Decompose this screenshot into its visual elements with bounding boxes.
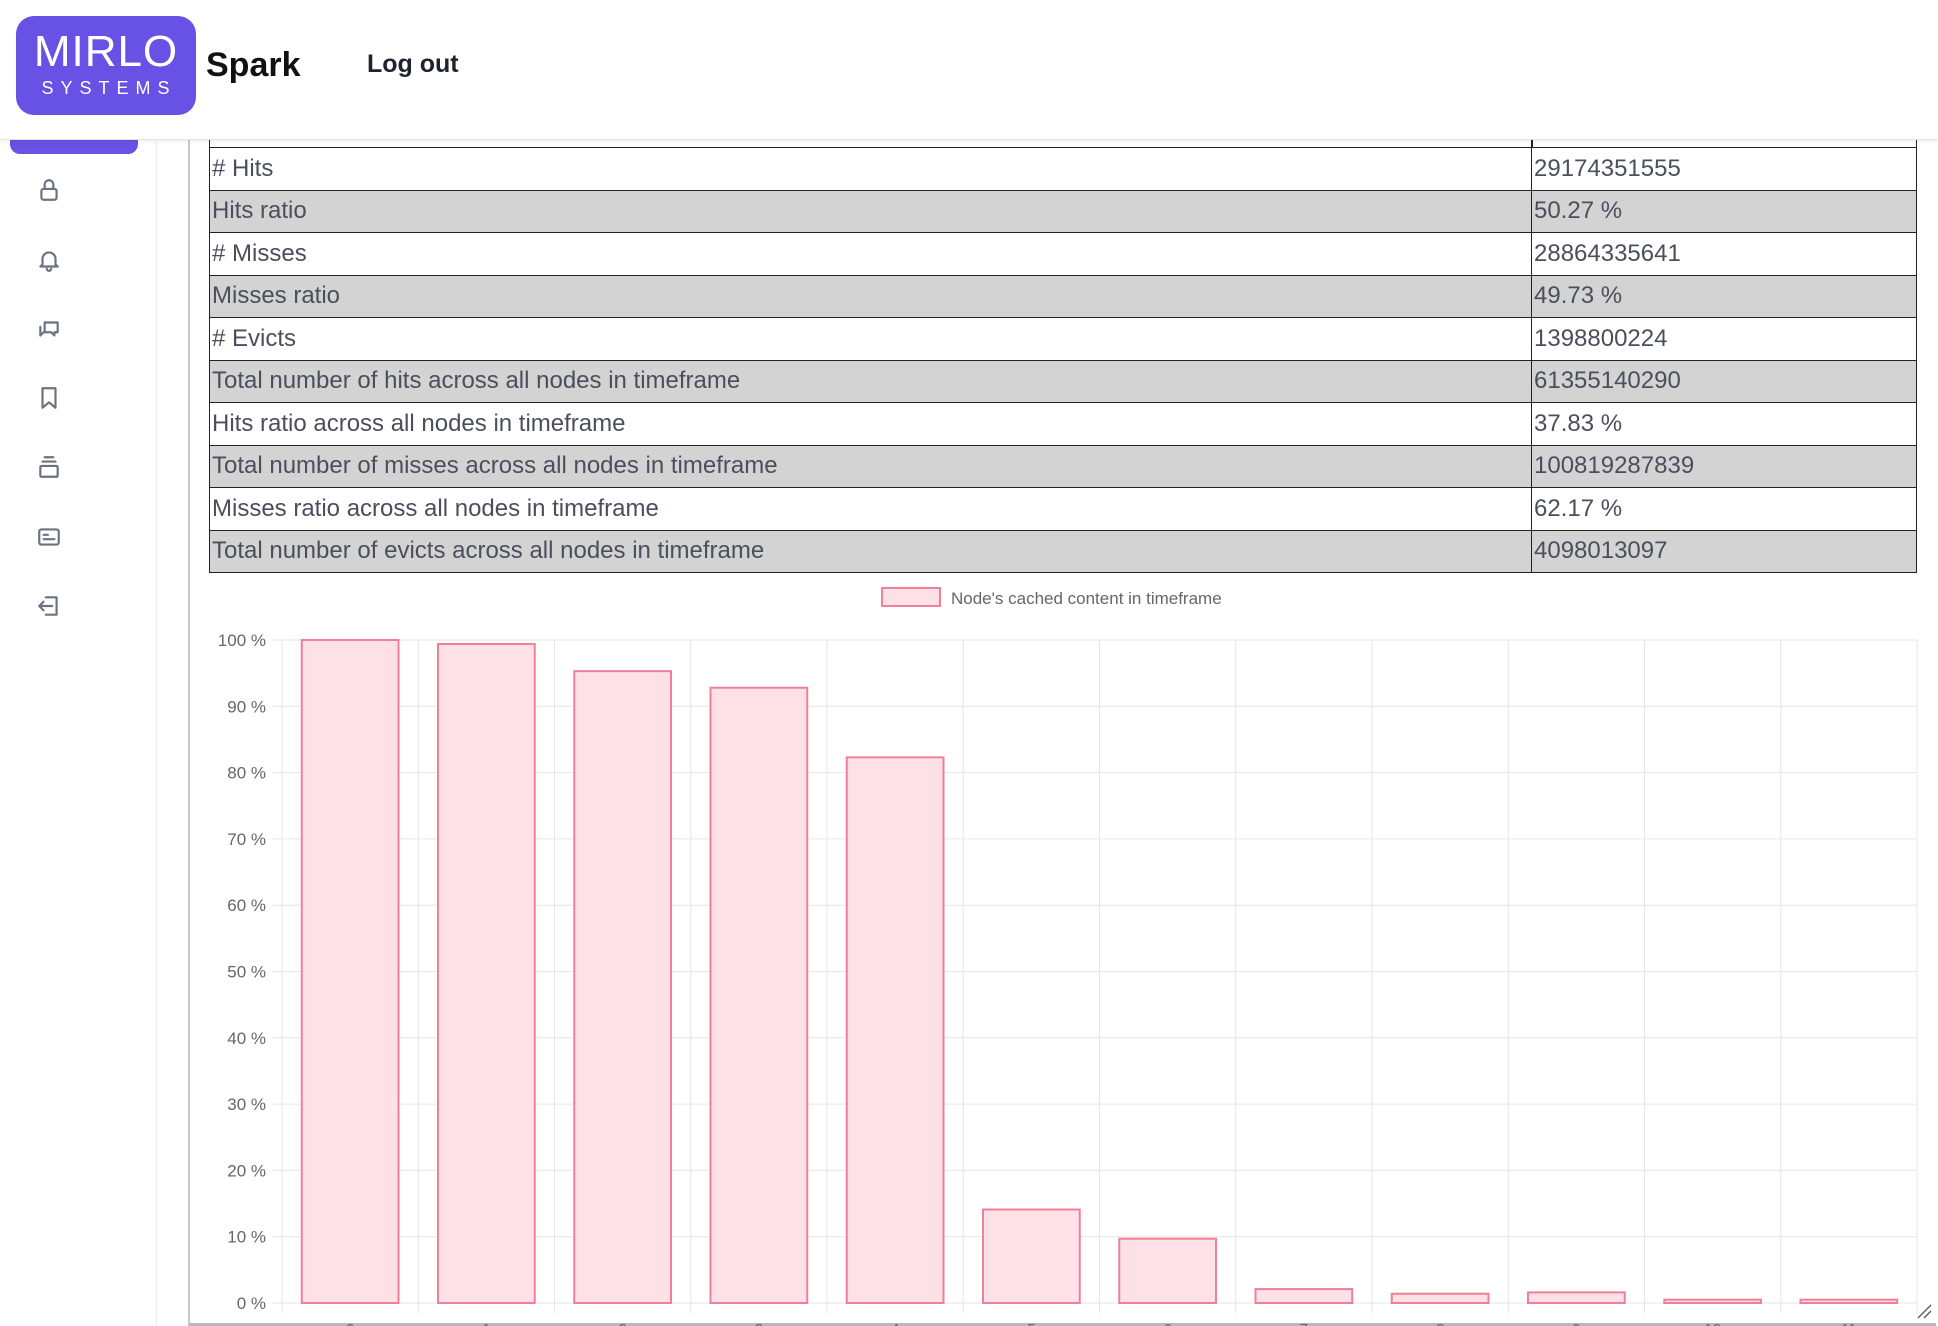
- y-tick-label: 100 %: [218, 631, 266, 650]
- table-row: Hits ratio 50.27 %: [209, 189, 1917, 233]
- x-tick-label: 4: [891, 1321, 899, 1326]
- bar: [437, 642, 536, 1304]
- y-tick-label: 30 %: [227, 1095, 266, 1114]
- bar: [1254, 1288, 1354, 1305]
- logout-icon[interactable]: [36, 593, 62, 619]
- stat-label: # Misses: [209, 232, 1532, 276]
- stat-label: Total number of hits across all nodes in…: [209, 359, 1532, 403]
- bookmark-icon[interactable]: [36, 385, 62, 411]
- x-tick-label: 0: [346, 1321, 354, 1326]
- mirlo-logo[interactable]: MIRLO SYSTEMS: [16, 16, 196, 115]
- stat-value: 61355140290: [1531, 359, 1917, 403]
- bar: [1663, 1298, 1762, 1304]
- x-tick-label: 7: [1300, 1321, 1308, 1326]
- stat-value: 37.83 %: [1531, 402, 1917, 446]
- y-tick-label: 0 %: [237, 1294, 266, 1313]
- app-title: Spark: [206, 46, 301, 84]
- table-row: Total number of misses across all nodes …: [209, 444, 1917, 488]
- stat-value: 29174351555: [1531, 147, 1917, 191]
- content-panel: # Hits 29174351555 Hits ratio 50.27 % # Miss…: [188, 140, 1936, 1326]
- stat-value: 4098013097: [1531, 529, 1917, 573]
- y-tick-label: 60 %: [227, 896, 266, 915]
- bar: [300, 639, 400, 1304]
- y-tick-label: 70 %: [227, 830, 266, 849]
- x-tick-label: 3: [755, 1321, 763, 1326]
- stats-table: # Hits 29174351555 Hits ratio 50.27 % # Miss…: [209, 147, 1917, 573]
- x-tick-label: 5: [1027, 1321, 1035, 1326]
- sidebar: [0, 140, 157, 1326]
- y-tick-label: 80 %: [227, 764, 266, 783]
- bar: [1799, 1298, 1899, 1304]
- top-header: MIRLO SYSTEMS Spark Log out: [0, 0, 1938, 140]
- bar: [1118, 1237, 1217, 1305]
- legend-swatch: [881, 587, 941, 607]
- bar: [1390, 1292, 1490, 1305]
- y-tick-label: 10 %: [227, 1228, 266, 1247]
- table-row: Misses ratio 49.73 %: [209, 274, 1917, 318]
- y-tick-label: 90 %: [227, 697, 266, 716]
- bar: [982, 1208, 1081, 1305]
- table-row: # Evicts 1398800224: [209, 317, 1917, 361]
- x-tick-label: 1: [482, 1321, 490, 1326]
- resize-grip-icon[interactable]: [1916, 1303, 1932, 1319]
- table-row: Misses ratio across all nodes in timefra…: [209, 487, 1917, 531]
- bell-icon[interactable]: [36, 247, 62, 273]
- y-tick-label: 50 %: [227, 963, 266, 982]
- lock-icon[interactable]: [36, 177, 62, 203]
- x-tick-label: 2: [618, 1321, 626, 1326]
- x-tick-label: 8: [1436, 1321, 1444, 1326]
- stat-label: # Evicts: [209, 317, 1532, 361]
- x-tick-label: 9: [1572, 1321, 1580, 1326]
- bar: [1527, 1291, 1626, 1305]
- y-tick-label: 40 %: [227, 1029, 266, 1048]
- legend-label: Node's cached content in timeframe: [951, 589, 1222, 608]
- bar: [709, 686, 809, 1304]
- card-icon[interactable]: [36, 524, 62, 550]
- stat-label: Hits ratio across all nodes in timeframe: [209, 402, 1532, 446]
- stat-value: 62.17 %: [1531, 487, 1917, 531]
- stat-value: 49.73 %: [1531, 274, 1917, 318]
- x-tick-label: 11: [1841, 1321, 1857, 1326]
- y-tick-label: 20 %: [227, 1161, 266, 1180]
- stat-value: 100819287839: [1531, 444, 1917, 488]
- table-row: Hits ratio across all nodes in timeframe…: [209, 402, 1917, 446]
- chat-icon[interactable]: [36, 316, 62, 342]
- stat-value: 1398800224: [1531, 317, 1917, 361]
- stat-value: 28864335641: [1531, 232, 1917, 276]
- table-row: # Misses 28864335641: [209, 232, 1917, 276]
- logo-sub-text: SYSTEMS: [41, 78, 177, 98]
- stat-label: Hits ratio: [209, 189, 1532, 233]
- stat-label: Total number of misses across all nodes …: [209, 444, 1532, 488]
- x-tick-label: 6: [1163, 1321, 1171, 1326]
- bar: [573, 670, 672, 1304]
- x-tick-label: 10: [1704, 1321, 1721, 1326]
- cached-content-chart: 0 % 10 % 20 % 30 % 40 % 50 % 60 % 70 % 80 % 90 % 1…: [190, 580, 1938, 1326]
- table-row: Total number of evicts across all nodes …: [209, 529, 1917, 573]
- stat-label: # Hits: [209, 147, 1532, 191]
- stat-label: Misses ratio: [209, 274, 1532, 318]
- logout-button[interactable]: Log out: [367, 50, 459, 79]
- stat-value: 50.27 %: [1531, 189, 1917, 233]
- bar: [845, 756, 945, 1304]
- sidebar-active-indicator[interactable]: [10, 140, 138, 154]
- table-row: # Hits 29174351555: [209, 147, 1917, 191]
- stack-icon[interactable]: [36, 454, 62, 480]
- stat-label: Total number of evicts across all nodes …: [209, 529, 1532, 573]
- stat-label: Misses ratio across all nodes in timefra…: [209, 487, 1532, 531]
- logo-main-text: MIRLO: [33, 27, 179, 76]
- table-row: Total number of hits across all nodes in…: [209, 359, 1917, 403]
